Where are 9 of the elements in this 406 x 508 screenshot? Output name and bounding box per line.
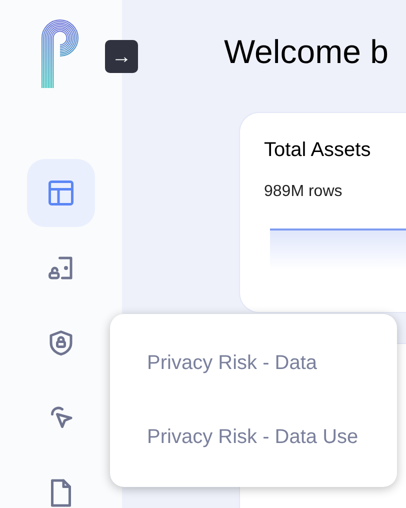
- table-icon: [46, 178, 76, 208]
- page-title: Welcome b: [224, 32, 390, 72]
- card-subtitle: 989M rows: [264, 182, 344, 202]
- menu-item[interactable]: Privacy Risk - Data Use: [147, 424, 397, 450]
- nav-item[interactable]: [27, 159, 95, 227]
- menu-item[interactable]: Privacy Risk - Data: [147, 350, 397, 376]
- expand-button[interactable]: →: [105, 40, 138, 73]
- logo: [40, 18, 80, 90]
- card-title: Total Assets: [264, 138, 372, 163]
